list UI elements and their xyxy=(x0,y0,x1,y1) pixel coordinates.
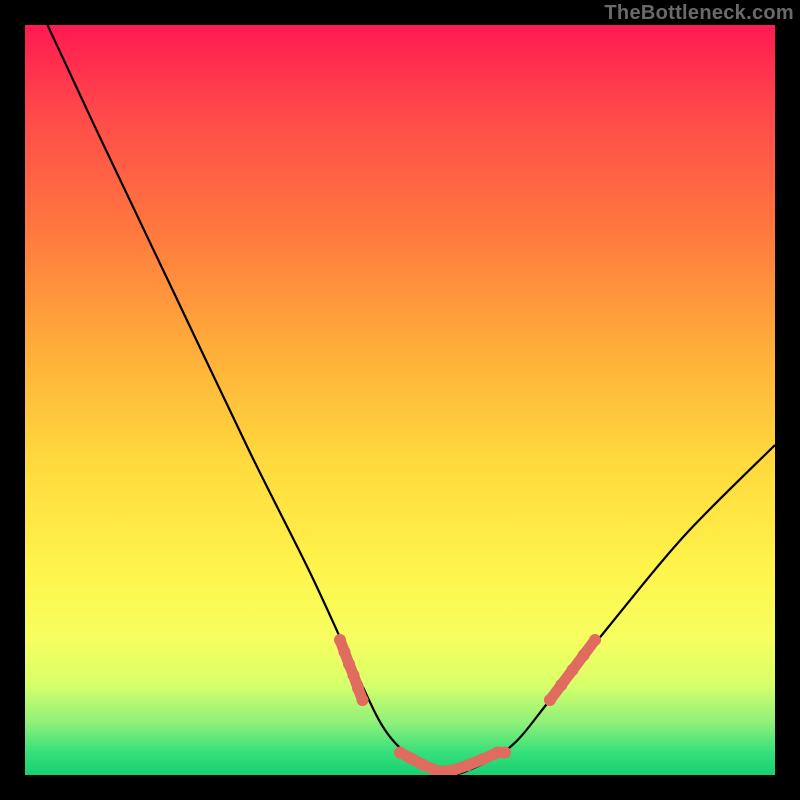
marker-dot xyxy=(589,634,601,646)
marker-segment xyxy=(423,765,438,772)
marker-dot xyxy=(447,765,459,776)
marker-segment xyxy=(345,652,350,664)
marker-segment xyxy=(483,753,498,760)
marker-dot xyxy=(544,694,556,706)
chart-frame: TheBottleneck.com xyxy=(0,0,800,800)
marker-dot xyxy=(343,658,355,670)
marker-dot xyxy=(499,747,511,759)
marker-segment xyxy=(468,759,483,765)
marker-dot xyxy=(405,753,417,765)
marker-dot xyxy=(394,747,406,759)
marker-dot xyxy=(578,649,590,661)
marker-dot xyxy=(357,694,369,706)
marker-dot xyxy=(334,634,346,646)
watermark-text: TheBottleneck.com xyxy=(604,2,794,25)
bottleneck-curve xyxy=(48,25,776,775)
marker-dot xyxy=(432,765,444,775)
marker-segment xyxy=(354,675,359,688)
chart-svg xyxy=(25,25,775,775)
marker-dot xyxy=(462,759,474,771)
marker-dot xyxy=(339,646,351,658)
marker-group xyxy=(334,634,601,775)
marker-dot xyxy=(477,753,489,765)
marker-segment xyxy=(349,664,354,675)
marker-segment xyxy=(438,771,453,772)
marker-segment xyxy=(550,685,561,700)
marker-segment xyxy=(358,688,363,700)
marker-segment xyxy=(340,640,345,652)
marker-dot xyxy=(417,759,429,771)
marker-dot xyxy=(348,669,360,681)
marker-segment xyxy=(561,670,572,685)
marker-dot xyxy=(352,682,364,694)
marker-segment xyxy=(411,759,422,765)
marker-dot xyxy=(567,664,579,676)
marker-segment xyxy=(400,753,411,759)
marker-segment xyxy=(453,765,468,770)
marker-segment xyxy=(584,640,595,655)
marker-dot xyxy=(555,679,567,691)
marker-dot xyxy=(492,747,504,759)
marker-segment xyxy=(573,655,584,670)
chart-plot-area xyxy=(25,25,775,775)
